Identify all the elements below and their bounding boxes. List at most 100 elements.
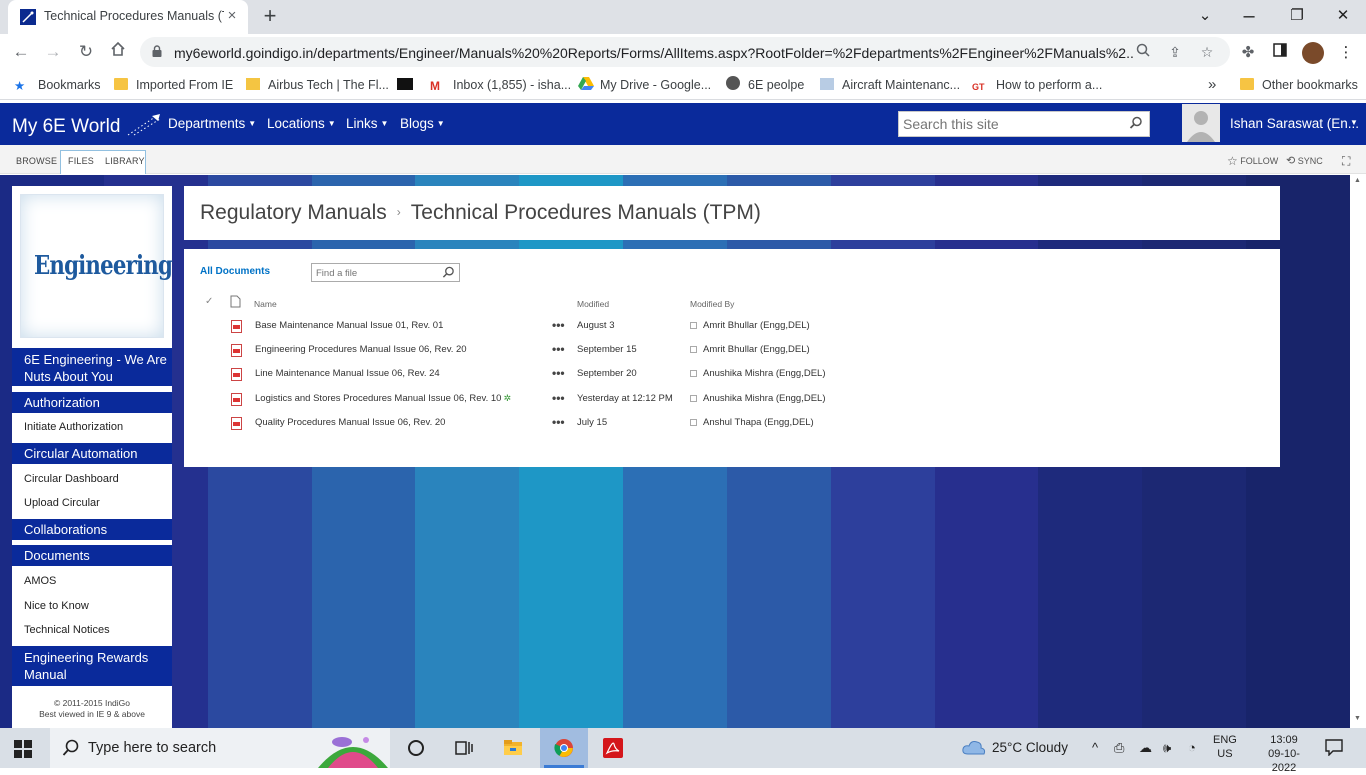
side-panel-icon[interactable] xyxy=(1270,43,1290,63)
meet-now-icon[interactable]: ⎙ xyxy=(1114,740,1124,756)
breadcrumb-parent[interactable]: Regulatory Manuals xyxy=(200,201,387,224)
find-file-input[interactable] xyxy=(316,266,436,280)
nav-links[interactable]: Links ▼ xyxy=(346,116,388,131)
taskbar-search-box[interactable]: Type here to search xyxy=(50,728,390,768)
browser-tab[interactable]: Technical Procedures Manuals (TPM) × xyxy=(8,0,248,34)
tray-overflow-icon[interactable]: ^ xyxy=(1092,740,1098,755)
cortana-icon[interactable] xyxy=(406,738,426,758)
scroll-down-icon[interactable]: ▼ xyxy=(1354,715,1361,722)
file-explorer-icon[interactable] xyxy=(503,738,523,758)
nav-locations[interactable]: Locations ▼ xyxy=(267,116,336,131)
nav-item-authorization[interactable]: Authorization xyxy=(12,392,172,413)
nav-blogs[interactable]: Blogs ▼ xyxy=(400,116,445,131)
vertical-scrollbar[interactable]: ▲ ▼ xyxy=(1350,175,1366,728)
view-all-documents[interactable]: All Documents xyxy=(200,266,270,277)
bookmark-item[interactable]: M Inbox (1,855) - isha... xyxy=(430,76,571,94)
follow-button[interactable]: ☆ FOLLOW xyxy=(1227,154,1278,168)
scroll-up-icon[interactable]: ▲ xyxy=(1354,177,1361,184)
document-modified-by[interactable]: Amrit Bhullar (Engg,DEL) xyxy=(703,320,810,331)
item-menu-ellipsis-icon[interactable]: ••• xyxy=(552,318,565,332)
sync-button[interactable]: ⟲ SYNC xyxy=(1286,154,1323,167)
document-modified-by[interactable]: Anushika Mishra (Engg,DEL) xyxy=(703,368,826,379)
bookmark-item[interactable]: 6E peolpe xyxy=(726,76,804,94)
share-icon[interactable]: ⇪ xyxy=(1166,43,1184,61)
pdf-file-icon[interactable] xyxy=(231,417,242,430)
weather-widget[interactable]: 25°C Cloudy xyxy=(962,739,1068,755)
input-language[interactable]: ENG US xyxy=(1213,733,1237,761)
nav-item-circular-automation[interactable]: Circular Automation xyxy=(12,443,172,464)
ribbon-tab-files[interactable]: FILES xyxy=(68,156,94,166)
home-icon[interactable] xyxy=(107,41,129,63)
nav-item-amos[interactable]: AMOS xyxy=(24,575,56,587)
nav-item-upload-circular[interactable]: Upload Circular xyxy=(24,497,100,509)
nav-item-documents[interactable]: Documents xyxy=(12,545,172,566)
pdf-file-icon[interactable] xyxy=(231,393,242,406)
ribbon-tab-browse[interactable]: BROWSE xyxy=(16,156,57,166)
search-icon[interactable] xyxy=(442,266,455,279)
pdf-file-icon[interactable] xyxy=(231,320,242,333)
new-tab-button[interactable]: + xyxy=(258,5,282,29)
document-modified-by[interactable]: Anshul Thapa (Engg,DEL) xyxy=(703,417,814,428)
restore-button[interactable]: ❐ xyxy=(1282,5,1312,27)
reload-icon[interactable]: ↻ xyxy=(75,41,97,63)
column-header-name[interactable]: Name xyxy=(254,299,277,309)
document-row[interactable]: Quality Procedures Manual Issue 06, Rev.… xyxy=(184,415,1280,439)
column-header-modified-by[interactable]: Modified By xyxy=(690,299,734,309)
document-name[interactable]: Logistics and Stores Procedures Manual I… xyxy=(255,393,511,404)
document-row[interactable]: Engineering Procedures Manual Issue 06, … xyxy=(184,342,1280,366)
system-clock[interactable]: 13:09 09-10-2022 xyxy=(1260,733,1308,775)
nav-item-engineering-rewards-manual[interactable]: Engineering Rewards Manual xyxy=(12,646,172,686)
nav-item-initiate-authorization[interactable]: Initiate Authorization xyxy=(24,421,123,433)
close-window-button[interactable]: ✕ xyxy=(1328,5,1358,27)
user-avatar[interactable] xyxy=(1182,104,1220,142)
column-header-modified[interactable]: Modified xyxy=(577,299,609,309)
chevron-down-icon[interactable]: ▼ xyxy=(1350,118,1358,127)
profile-avatar[interactable] xyxy=(1302,42,1324,64)
nav-item-6e-engineering[interactable]: 6E Engineering - We Are Nuts About You xyxy=(12,348,172,386)
forward-icon[interactable]: → xyxy=(42,41,64,63)
user-name[interactable]: Ishan Saraswat (En... xyxy=(1230,116,1359,131)
nav-item-nice-to-know[interactable]: Nice to Know xyxy=(24,600,89,612)
pdf-file-icon[interactable] xyxy=(231,344,242,357)
bookmarks-overflow-icon[interactable]: » xyxy=(1208,76,1216,94)
bookmark-item[interactable]: Aircraft Maintenanc... xyxy=(820,76,960,94)
nav-item-technical-notices[interactable]: Technical Notices xyxy=(24,624,110,636)
windows-start-icon[interactable] xyxy=(14,740,32,758)
document-name[interactable]: Line Maintenance Manual Issue 06, Rev. 2… xyxy=(255,368,442,379)
volume-icon[interactable]: 🕪 xyxy=(1163,740,1171,756)
extensions-icon[interactable]: ✤ xyxy=(1238,43,1258,63)
chrome-icon[interactable] xyxy=(554,738,574,758)
site-search-input[interactable] xyxy=(903,115,1123,133)
minimize-button[interactable]: – xyxy=(1234,5,1264,27)
bookmark-item[interactable]: Imported From IE xyxy=(114,76,233,94)
document-row[interactable]: Base Maintenance Manual Issue 01, Rev. 0… xyxy=(184,318,1280,342)
item-menu-ellipsis-icon[interactable]: ••• xyxy=(552,391,565,405)
lock-icon[interactable] xyxy=(152,45,162,57)
engineering-logo[interactable]: Engineering xyxy=(20,194,173,338)
ribbon-tab-library[interactable]: LIBRARY xyxy=(105,156,145,166)
url-text[interactable]: my6eworld.goindigo.in/departments/Engine… xyxy=(174,45,1134,61)
nav-departments[interactable]: Departments ▼ xyxy=(168,116,256,131)
find-file-box[interactable] xyxy=(311,263,460,282)
document-modified-by[interactable]: Anushika Mishra (Engg,DEL) xyxy=(703,393,826,404)
document-name[interactable]: Quality Procedures Manual Issue 06, Rev.… xyxy=(255,417,447,428)
notification-icon[interactable] xyxy=(1325,739,1343,756)
address-bar[interactable]: my6eworld.goindigo.in/departments/Engine… xyxy=(140,37,1230,67)
document-row[interactable]: Line Maintenance Manual Issue 06, Rev. 2… xyxy=(184,366,1280,390)
document-row[interactable]: Logistics and Stores Procedures Manual I… xyxy=(184,391,1280,415)
back-icon[interactable]: ← xyxy=(10,41,32,63)
onedrive-cloud-icon[interactable]: ☁ xyxy=(1139,740,1152,756)
zoom-search-icon[interactable] xyxy=(1134,43,1152,61)
select-all-checkmark-icon[interactable]: ✓ xyxy=(205,296,213,307)
bookmark-star-icon[interactable]: ☆ xyxy=(1198,43,1216,61)
nav-item-collaborations[interactable]: Collaborations xyxy=(12,519,172,540)
bookmark-item[interactable] xyxy=(397,76,413,94)
task-view-icon[interactable] xyxy=(454,738,474,758)
site-logo[interactable]: My 6E World xyxy=(12,113,162,138)
item-menu-ellipsis-icon[interactable]: ••• xyxy=(552,342,565,356)
focus-content-icon[interactable]: ⛶ xyxy=(1342,154,1350,169)
bookmark-item[interactable]: GT How to perform a... xyxy=(972,76,1102,94)
bookmark-item[interactable]: Airbus Tech | The Fl... xyxy=(246,76,389,94)
other-bookmarks[interactable]: Other bookmarks xyxy=(1240,76,1358,94)
network-icon[interactable]: ◔ xyxy=(1188,740,1196,755)
